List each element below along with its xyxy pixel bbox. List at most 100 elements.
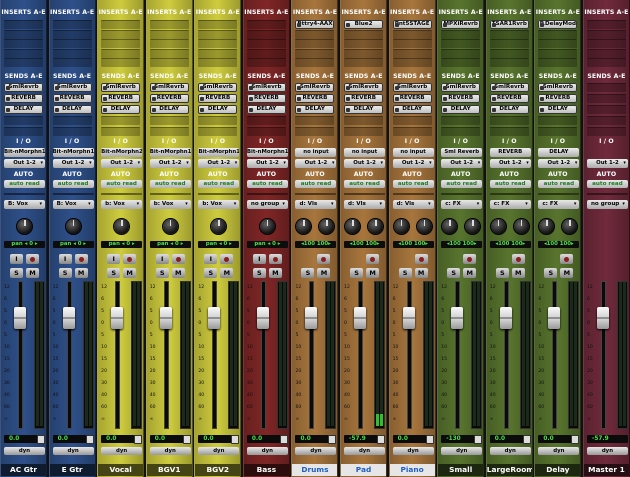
volume-fader[interactable]: [159, 307, 172, 329]
insert-slot-empty[interactable]: [198, 29, 238, 39]
record-enable-button[interactable]: [123, 254, 137, 264]
insert-slot-empty[interactable]: [149, 20, 189, 29]
volume-fader[interactable]: [208, 307, 221, 329]
insert-slot[interactable]: Bttry4-AAX: [295, 20, 335, 29]
input-selector[interactable]: no input: [392, 148, 434, 157]
dyn-button[interactable]: dyn: [489, 447, 531, 455]
send-slot[interactable]: SmlRevrb: [538, 83, 578, 92]
pan-knob-left[interactable]: [393, 219, 409, 234]
insert-slot-empty[interactable]: [441, 48, 481, 58]
pan-knob-left[interactable]: [490, 219, 506, 234]
automation-mode-button[interactable]: auto read: [489, 180, 531, 188]
output-selector[interactable]: Out 1-2 ▾: [392, 159, 434, 168]
send-slot-empty[interactable]: [538, 116, 578, 125]
input-selector[interactable]: no input: [295, 148, 337, 157]
insert-slot-empty[interactable]: [101, 39, 141, 49]
automation-mode-button[interactable]: auto read: [4, 180, 45, 188]
insert-slot-empty[interactable]: [246, 29, 286, 39]
dyn-button[interactable]: dyn: [198, 447, 240, 455]
solo-button[interactable]: S: [58, 268, 72, 278]
insert-slot-empty[interactable]: [52, 20, 92, 29]
volume-fader[interactable]: [451, 307, 464, 329]
pan-knob[interactable]: [211, 219, 227, 234]
send-slot[interactable]: DELAY: [52, 105, 92, 114]
pan-knob-left[interactable]: [442, 219, 458, 234]
group-selector[interactable]: d: Vls ▾: [295, 200, 337, 209]
record-enable-button[interactable]: [74, 254, 88, 264]
track-link-icon[interactable]: [279, 435, 288, 444]
input-selector[interactable]: DELAY: [538, 148, 580, 157]
send-slot[interactable]: DELAY: [392, 105, 432, 114]
send-slot-empty[interactable]: [4, 127, 43, 136]
insert-slot-empty[interactable]: [4, 48, 43, 58]
track-name[interactable]: BGV2: [195, 464, 241, 476]
insert-slot-empty[interactable]: [295, 48, 335, 58]
track-name[interactable]: Pad: [341, 464, 387, 476]
volume-fader[interactable]: [499, 307, 512, 329]
insert-slot[interactable]: Pnt5STAGE: [392, 20, 432, 29]
insert-slot[interactable]: MPXiRevrb: [441, 20, 481, 29]
group-selector[interactable]: b: Vox ▾: [198, 200, 240, 209]
track-link-icon[interactable]: [474, 435, 483, 444]
mute-button[interactable]: M: [511, 268, 525, 278]
insert-slot-empty[interactable]: [441, 29, 481, 39]
track-link-icon[interactable]: [182, 435, 191, 444]
insert-slot-empty[interactable]: [149, 48, 189, 58]
track-link-icon[interactable]: [328, 435, 337, 444]
send-slot[interactable]: SmlRevrb: [489, 83, 529, 92]
dyn-button[interactable]: dyn: [149, 447, 191, 455]
solo-button[interactable]: S: [107, 268, 121, 278]
send-slot-empty[interactable]: [586, 83, 626, 92]
insert-slot-empty[interactable]: [586, 39, 626, 49]
send-slot-empty[interactable]: [441, 116, 481, 125]
send-slot[interactable]: DELAY: [441, 105, 481, 114]
pan-knob-right[interactable]: [416, 219, 432, 234]
insert-slot-empty[interactable]: [344, 39, 384, 49]
track-name[interactable]: Master 1: [583, 464, 629, 476]
send-slot-empty[interactable]: [149, 116, 189, 125]
send-slot[interactable]: DELAY: [538, 105, 578, 114]
input-selector[interactable]: Bit-nMorphn1: [246, 148, 288, 157]
insert-slot-empty[interactable]: [149, 58, 189, 68]
insert-slot-empty[interactable]: [489, 29, 529, 39]
insert-slot-empty[interactable]: [52, 39, 92, 49]
volume-fader[interactable]: [14, 307, 26, 329]
automation-mode-button[interactable]: auto read: [392, 180, 434, 188]
send-slot-empty[interactable]: [392, 127, 432, 136]
send-slot-empty[interactable]: [295, 127, 335, 136]
record-enable-button[interactable]: [414, 254, 428, 264]
group-selector[interactable]: no group ▾: [586, 200, 628, 209]
insert-slot-empty[interactable]: [489, 58, 529, 68]
send-slot[interactable]: DELAY: [149, 105, 189, 114]
send-slot[interactable]: DELAY: [295, 105, 335, 114]
track-link-icon[interactable]: [134, 435, 143, 444]
track-name[interactable]: LargeRoom: [486, 464, 532, 476]
pan-knob-right[interactable]: [465, 219, 481, 234]
insert-slot-empty[interactable]: [295, 29, 335, 39]
automation-mode-button[interactable]: auto read: [149, 180, 191, 188]
dyn-button[interactable]: dyn: [344, 447, 386, 455]
track-name[interactable]: Small room: [438, 464, 484, 476]
send-slot[interactable]: DELAY: [489, 105, 529, 114]
insert-slot-empty[interactable]: [538, 48, 578, 58]
insert-slot-empty[interactable]: [489, 39, 529, 49]
insert-slot-empty[interactable]: [586, 20, 626, 29]
send-slot[interactable]: REVERB: [538, 94, 578, 103]
track-name[interactable]: Drums: [292, 464, 338, 476]
send-slot[interactable]: REVERB: [198, 94, 238, 103]
pan-knob-right[interactable]: [513, 219, 529, 234]
insert-slot-empty[interactable]: [586, 48, 626, 58]
send-slot[interactable]: SmlRevrb: [392, 83, 432, 92]
track-name[interactable]: Bass: [243, 464, 289, 476]
send-slot[interactable]: SmlRevrb: [52, 83, 92, 92]
insert-slot-empty[interactable]: [344, 48, 384, 58]
dyn-button[interactable]: dyn: [295, 447, 337, 455]
pan-knob[interactable]: [17, 219, 32, 234]
send-slot[interactable]: SmlRevrb: [149, 83, 189, 92]
insert-slot-empty[interactable]: [392, 48, 432, 58]
input-selector[interactable]: Bit-nMorphn1: [52, 148, 94, 157]
track-link-icon[interactable]: [85, 435, 94, 444]
send-slot-empty[interactable]: [586, 116, 626, 125]
automation-mode-button[interactable]: auto read: [586, 180, 628, 188]
insert-slot-empty[interactable]: [538, 39, 578, 49]
